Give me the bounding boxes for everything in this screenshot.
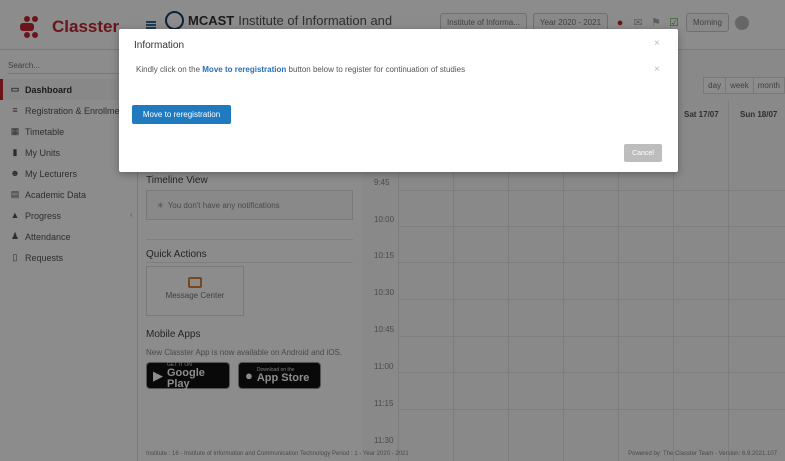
message-dismiss-icon[interactable]: × [654, 64, 660, 75]
modal-message: Kindly click on the Move to reregistrati… [136, 65, 465, 74]
modal-message-after: button below to register for continuatio… [288, 65, 466, 74]
information-modal: Information × Kindly click on the Move t… [119, 29, 678, 172]
modal-message-before: Kindly click on the [136, 65, 201, 74]
modal-message-link: Move to reregistration [202, 65, 287, 74]
cancel-button[interactable]: Cancel [624, 144, 662, 162]
modal-close-icon[interactable]: × [654, 38, 660, 49]
move-to-reregistration-button[interactable]: Move to reregistration [132, 105, 231, 124]
modal-title: Information [134, 40, 185, 51]
